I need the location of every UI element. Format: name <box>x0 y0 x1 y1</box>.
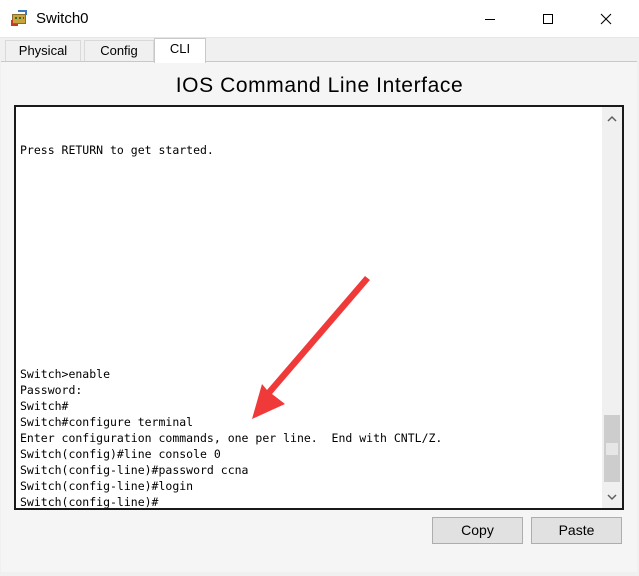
terminal-line: Enter configuration commands, one per li… <box>20 431 443 445</box>
close-icon <box>600 13 612 25</box>
close-button[interactable] <box>583 0 629 38</box>
window-title: Switch0 <box>36 10 89 27</box>
chevron-down-icon <box>607 493 617 500</box>
terminal-line: Switch(config-line)#password ccna <box>20 463 249 477</box>
tab-cli[interactable]: CLI <box>154 38 206 63</box>
scroll-thumb[interactable] <box>604 415 620 482</box>
tab-config[interactable]: Config <box>84 40 154 62</box>
maximize-button[interactable] <box>525 0 571 38</box>
switch-app-icon <box>10 9 30 27</box>
terminal-line: Switch(config-line)#login <box>20 479 194 493</box>
terminal-prompt-line: Switch(config-line)# <box>20 495 159 509</box>
scroll-thumb-grip <box>606 443 618 455</box>
title-bar: Switch0 <box>0 0 639 38</box>
cli-heading: IOS Command Line Interface <box>175 74 464 97</box>
terminal-line: Switch# <box>20 399 69 413</box>
terminal-line: Press RETURN to get started. <box>20 143 214 157</box>
terminal-line: Switch#configure terminal <box>20 415 194 429</box>
terminal-output[interactable]: Press RETURN to get started. Switch>enab… <box>20 107 600 508</box>
minimize-icon <box>485 19 495 20</box>
terminal-line: Switch>enable <box>20 367 111 381</box>
tab-bar: Physical Config CLI <box>0 38 639 63</box>
terminal-scrollbar[interactable] <box>602 107 622 508</box>
terminal-line: Switch(config)#line console 0 <box>20 447 221 461</box>
scroll-down-button[interactable] <box>602 488 622 506</box>
tab-physical[interactable]: Physical <box>5 40 81 62</box>
terminal-console[interactable]: Press RETURN to get started. Switch>enab… <box>14 105 624 510</box>
chevron-up-icon <box>607 115 617 122</box>
terminal-line: Password: <box>20 383 83 397</box>
copy-button[interactable]: Copy <box>432 517 523 544</box>
scroll-up-button[interactable] <box>602 109 622 127</box>
paste-button[interactable]: Paste <box>531 517 622 544</box>
minimize-button[interactable] <box>467 0 513 38</box>
maximize-icon <box>543 14 553 24</box>
